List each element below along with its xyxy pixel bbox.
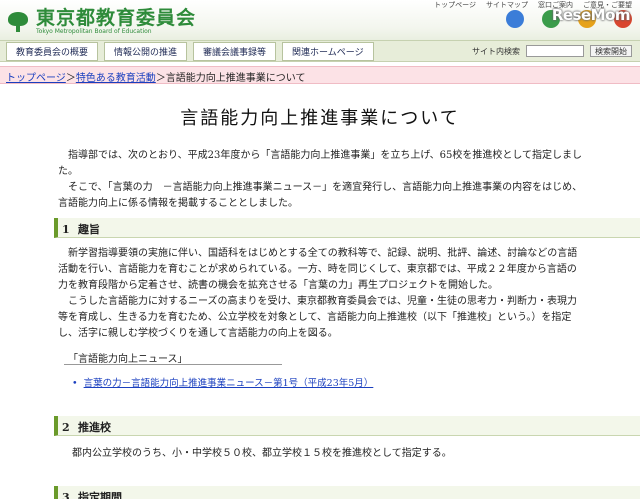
breadcrumb-home[interactable]: トップページ [6,73,66,84]
nav-item-overview[interactable]: 教育委員会の概要 [6,41,99,61]
section-title: 指定期間 [78,491,122,499]
ginkgo-logo-icon [6,11,30,32]
nav-item-disclosure[interactable]: 情報公開の推進 [104,41,188,61]
section-number: 1 [62,223,70,236]
top-link-sitemap[interactable]: サイトマップ [486,0,528,10]
section-number: 2 [62,421,70,434]
site-logo[interactable]: 東京都教育委員会 Tokyo Metropolitan Board of Edu… [6,8,196,35]
section-title: 趣旨 [78,223,100,236]
news-divider [64,364,282,365]
site-header: 東京都教育委員会 Tokyo Metropolitan Board of Edu… [0,0,640,40]
top-link-home[interactable]: トップページ [434,0,476,10]
breadcrumb: トップページ＞特色ある教育活動＞言語能力向上推進事業について [0,66,640,84]
search-button[interactable]: 検索開始 [590,45,632,57]
news-link-issue-1[interactable]: 言葉の力－言語能力向上推進事業ニュース－第1号（平成23年5月） [84,378,374,389]
search-input[interactable] [526,45,584,57]
news-list: 言葉の力－言語能力向上推進事業ニュース－第1号（平成23年5月） [72,375,374,389]
section-purpose-body: 新学習指導要領の実施に伴い、国語科をはじめとする全ての教科等で、記録、説明、批評… [58,246,586,342]
intro-text: 指導部では、次のとおり、平成23年度から「言語能力向上推進事業」を立ち上げ、65… [58,148,586,212]
section-schools-body: 都内公立学校のうち、小・中学校５０校、都立学校１５校を推進校として指定する。 [72,448,452,459]
breadcrumb-separator: ＞ [65,73,76,84]
intro-paragraph-2: そこで、「言葉の力 －言語能力向上推進事業ニュース－」を適宜発行し、言語能力向上… [58,182,583,209]
home-icon[interactable] [506,10,524,28]
section-title: 推進校 [78,421,111,434]
nav-item-related[interactable]: 関連ホームページ [282,41,374,61]
nav-item-minutes[interactable]: 審議会議事録等 [193,41,277,61]
breadcrumb-current: 言語能力向上推進事業について [165,73,306,84]
section-heading-schools: 2 推進校 [54,416,640,436]
section-heading-purpose: 1 趣旨 [54,218,640,238]
page-title: 言語能力向上推進事業について [180,108,460,129]
search-label: サイト内検索 [472,46,520,56]
global-nav: 教育委員会の概要 情報公開の推進 審議会議事録等 関連ホームページ サイト内検索… [0,40,640,62]
section-number: 3 [62,491,70,499]
news-label: 「言語能力向上ニュース」 [68,354,188,365]
list-item: 言葉の力－言語能力向上推進事業ニュース－第1号（平成23年5月） [72,375,374,389]
logo-title: 東京都教育委員会 [36,7,197,29]
purpose-paragraph-1: 新学習指導要領の実施に伴い、国語科をはじめとする全ての教科等で、記録、説明、批評… [58,248,578,291]
site-search: サイト内検索 検索開始 [472,45,632,57]
section-heading-period: 3 指定期間 [54,486,640,499]
breadcrumb-parent[interactable]: 特色ある教育活動 [76,73,156,84]
breadcrumb-separator: ＞ [155,73,166,84]
intro-paragraph-1: 指導部では、次のとおり、平成23年度から「言語能力向上推進事業」を立ち上げ、65… [58,150,583,177]
purpose-paragraph-2: こうした言語能力に対するニーズの高まりを受け、東京都教育委員会では、児童・生徒の… [58,296,577,339]
watermark: ReseMom [551,6,631,24]
logo-subtitle: Tokyo Metropolitan Board of Education [36,28,152,35]
